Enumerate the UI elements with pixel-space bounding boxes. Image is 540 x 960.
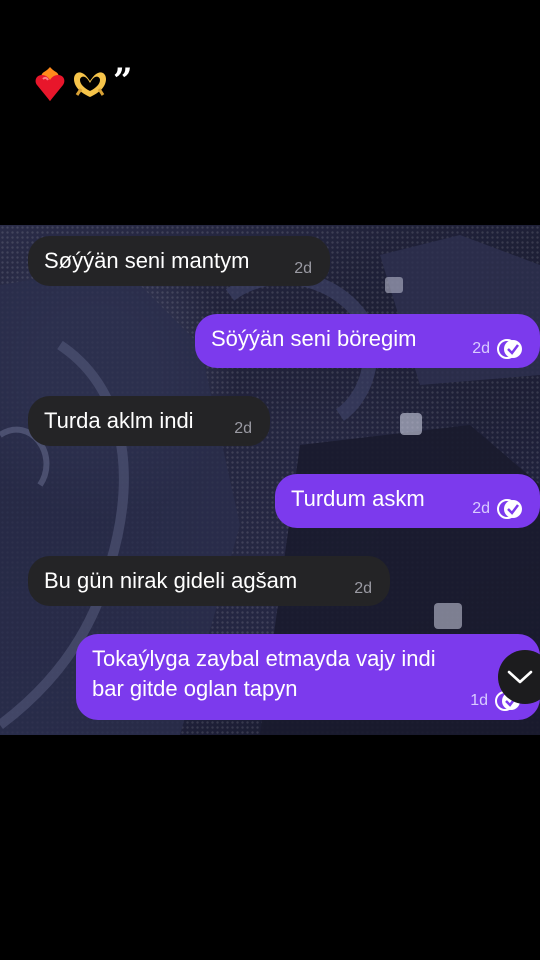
read-receipt-icon: [497, 499, 522, 519]
quote-mark: ”: [113, 61, 133, 101]
message-bubble-outgoing[interactable]: Turdum askm 2d: [275, 474, 540, 528]
message-text: Turdum askm: [291, 486, 425, 511]
flaming-heart-icon: [35, 67, 65, 101]
message-bubble-incoming[interactable]: Bu gün nirak gideli agšam 2d: [28, 556, 390, 606]
message-text: Søýýän seni mantym: [44, 248, 250, 273]
story-caption: ”: [33, 64, 133, 104]
message-time: 2d: [472, 500, 490, 517]
message-text-line: Tokaýlyga zaybal etmayda vajy indi: [92, 646, 436, 671]
message-text: Söýýän seni böregim: [211, 326, 417, 351]
message-bubble-outgoing[interactable]: Tokaýlyga zaybal etmayda vajy indi bar g…: [76, 634, 540, 720]
message-meta: 2d: [354, 574, 372, 604]
heart-hands-icon: [74, 72, 106, 97]
message-time: 2d: [472, 340, 490, 357]
message-time: 2d: [234, 420, 252, 437]
message-time: 1d: [470, 692, 488, 709]
message-time: 2d: [354, 580, 372, 597]
message-time: 2d: [294, 260, 312, 277]
message-meta: 2d: [472, 334, 524, 364]
message-bubble-incoming[interactable]: Turda aklm indi 2d: [28, 396, 270, 446]
chat-screenshot: Søýýän seni mantym 2d Söýýän seni böregi…: [0, 225, 540, 735]
message-text: Turda aklm indi: [44, 408, 194, 433]
message-meta: 2d: [294, 254, 312, 284]
read-receipt-icon: [497, 339, 522, 359]
message-text: Bu gün nirak gideli agšam: [44, 568, 298, 593]
message-bubble-outgoing[interactable]: Söýýän seni böregim 2d: [195, 314, 540, 368]
message-meta: 2d: [234, 414, 252, 444]
chevron-down-icon: [507, 670, 533, 684]
message-meta: 2d: [472, 494, 524, 524]
message-text-line: bar gitde oglan tapyn: [92, 676, 298, 701]
message-bubble-incoming[interactable]: Søýýän seni mantym 2d: [28, 236, 330, 286]
